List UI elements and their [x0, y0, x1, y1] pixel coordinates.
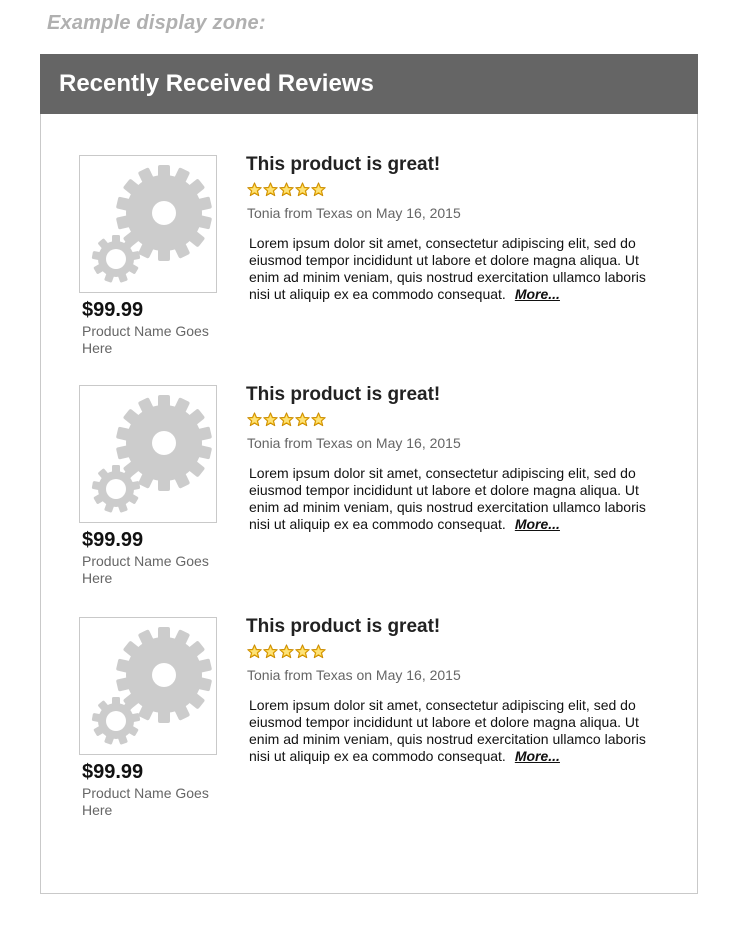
star-icon: [311, 412, 326, 427]
star-icon: [311, 182, 326, 197]
star-rating: [247, 412, 326, 427]
review-title: This product is great!: [246, 616, 441, 637]
gear-icon: [80, 386, 216, 522]
product-price: $99.99: [82, 299, 144, 321]
review-text: Lorem ipsum dolor sit amet, consectetur …: [249, 235, 646, 302]
review-text: Lorem ipsum dolor sit amet, consectetur …: [249, 465, 646, 532]
review-title: This product is great!: [246, 154, 441, 175]
review-text: Lorem ipsum dolor sit amet, consectetur …: [249, 697, 646, 764]
star-icon: [263, 182, 278, 197]
more-link[interactable]: More...: [515, 516, 560, 532]
more-link[interactable]: More...: [515, 286, 560, 302]
gear-icon: [80, 618, 216, 754]
product-image[interactable]: [79, 617, 217, 755]
review-body: Lorem ipsum dolor sit amet, consectetur …: [249, 235, 659, 303]
gear-icon: [80, 156, 216, 292]
product-price: $99.99: [82, 761, 144, 783]
star-icon: [279, 644, 294, 659]
review-byline: Tonia from Texas on May 16, 2015: [247, 205, 461, 221]
more-link[interactable]: More...: [515, 748, 560, 764]
star-icon: [311, 644, 326, 659]
zone-label: Example display zone:: [47, 12, 266, 34]
star-icon: [247, 644, 262, 659]
product-image[interactable]: [79, 385, 217, 523]
review-byline: Tonia from Texas on May 16, 2015: [247, 667, 461, 683]
star-icon: [263, 412, 278, 427]
product-name[interactable]: Product Name Goes Here: [82, 785, 222, 819]
review-title: This product is great!: [246, 384, 441, 405]
review-card: $99.99 Product Name Goes Here This produ…: [41, 384, 699, 595]
review-card: $99.99 Product Name Goes Here This produ…: [41, 154, 699, 365]
product-price: $99.99: [82, 529, 144, 551]
star-icon: [279, 412, 294, 427]
star-icon: [263, 644, 278, 659]
star-icon: [279, 182, 294, 197]
review-body: Lorem ipsum dolor sit amet, consectetur …: [249, 465, 659, 533]
reviews-panel: Recently Received Reviews $99.99 Product…: [40, 54, 698, 894]
product-name[interactable]: Product Name Goes Here: [82, 553, 222, 587]
star-icon: [295, 644, 310, 659]
star-rating: [247, 182, 326, 197]
review-body: Lorem ipsum dolor sit amet, consectetur …: [249, 697, 659, 765]
product-image[interactable]: [79, 155, 217, 293]
star-icon: [295, 412, 310, 427]
star-icon: [247, 182, 262, 197]
panel-title: Recently Received Reviews: [40, 54, 698, 114]
review-byline: Tonia from Texas on May 16, 2015: [247, 435, 461, 451]
star-icon: [295, 182, 310, 197]
review-card: $99.99 Product Name Goes Here This produ…: [41, 616, 699, 827]
star-rating: [247, 644, 326, 659]
star-icon: [247, 412, 262, 427]
product-name[interactable]: Product Name Goes Here: [82, 323, 222, 357]
